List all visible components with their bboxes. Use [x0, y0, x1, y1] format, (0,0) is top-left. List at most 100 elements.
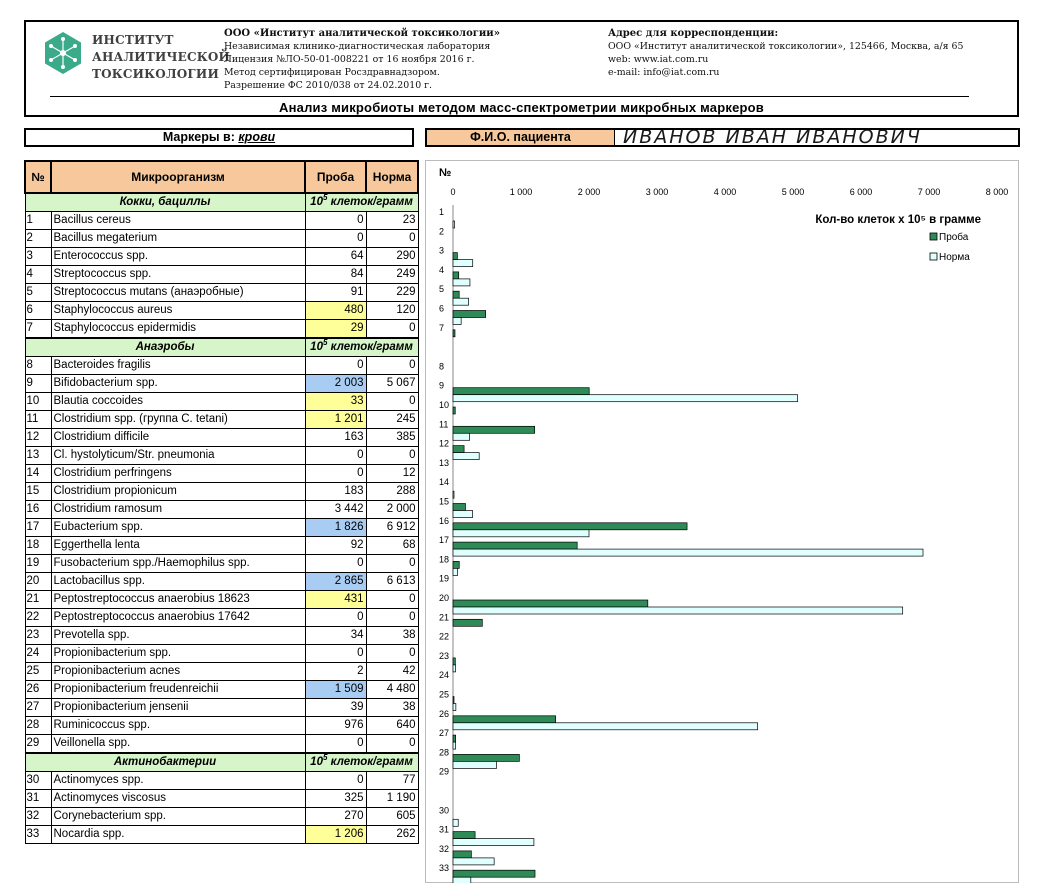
section-units: 105 клеток/грамм	[304, 192, 419, 212]
table-row: 6 Staphylococcus aureus 480 120	[24, 301, 419, 320]
organism-name: Staphylococcus aureus	[50, 301, 306, 320]
section-row: Актинобактерии 105 клеток/грамм	[24, 752, 419, 772]
organism-name: Clostridium difficile	[50, 428, 306, 447]
category-label: 10	[439, 400, 449, 410]
organism-name: Staphylococcus epidermidis	[50, 319, 306, 339]
patient-field: Ф.И.О. пациента ИВАНОВ ИВАН ИВАНОВИЧ	[425, 128, 1020, 147]
category-label: 6	[439, 304, 444, 314]
norm-value: 605	[365, 807, 419, 826]
category-label: 1	[439, 207, 444, 217]
norm-value: 77	[365, 771, 419, 790]
organism-name: Lactobacillus spp.	[50, 572, 306, 591]
organism-name: Corynebacterium spp.	[50, 807, 306, 826]
category-label: 13	[439, 458, 449, 468]
table-row: 11 Clostridium spp. (группа C. tetani) 1 2…	[24, 410, 419, 429]
organism-name: Bacteroides fragilis	[50, 356, 306, 375]
bar-sample	[452, 252, 458, 260]
organism-name: Propionibacterium acnes	[50, 662, 306, 681]
sample-value: 270	[304, 807, 367, 826]
row-number: 4	[24, 265, 52, 284]
bar-norm	[452, 490, 455, 499]
table-row: 1 Bacillus cereus 0 23	[24, 211, 419, 230]
organism-name: Actinomyces viscosus	[50, 789, 306, 808]
table-row: 15 Clostridium propionicum 183 288	[24, 482, 419, 501]
bar-norm	[452, 818, 459, 827]
bar-norm	[452, 432, 471, 441]
x-tick-label: 4 000	[714, 187, 737, 197]
section-title: Кокки, бациллы	[24, 192, 306, 212]
table-row: 18 Eggerthella lenta 92 68	[24, 536, 419, 555]
category-label: 32	[439, 844, 449, 854]
norm-value: 245	[365, 410, 419, 429]
header-divider	[50, 96, 969, 97]
bar-sample	[452, 831, 476, 839]
bar-chart: № 0 1 000 2 000 3 000 4 000 5 000 6 000 7 000 8 0…	[439, 167, 1008, 883]
category-label: 12	[439, 439, 449, 449]
institute-logo-icon	[45, 32, 81, 74]
norm-value: 262	[365, 825, 419, 844]
sample-value: 1 201	[304, 410, 367, 429]
correspondence-address: Адрес для корреспонденции: ООО «Институт…	[608, 28, 964, 78]
norm-value: 6 912	[365, 518, 419, 537]
organism-name: Blautia coccoides	[50, 392, 306, 411]
bar-norm	[452, 857, 495, 866]
organism-name: Prevotella spp.	[50, 626, 306, 645]
category-label: 19	[439, 574, 449, 584]
norm-value: 0	[365, 590, 419, 609]
norm-value: 288	[365, 482, 419, 501]
norm-value: 0	[365, 229, 419, 248]
units-base: 10	[310, 756, 323, 768]
table-row: 16 Clostridium ramosum 3 442 2 000	[24, 500, 419, 519]
chart-title: Кол-во клеток х 10⁵ в грамме	[815, 214, 981, 226]
row-number: 15	[24, 482, 52, 501]
bar-norm	[452, 220, 455, 229]
sample-value: 0	[304, 464, 367, 483]
patient-name-input[interactable]: ИВАНОВ ИВАН ИВАНОВИЧ	[614, 130, 1018, 145]
table-row: 33 Nocardia spp. 1 206 262	[24, 825, 419, 844]
x-tick-label: 7 000	[918, 187, 941, 197]
category-label: 7	[439, 323, 444, 333]
bar-sample	[452, 425, 536, 434]
bar-norm	[452, 394, 798, 403]
bar-norm	[452, 876, 472, 883]
sample-value: 91	[304, 283, 367, 302]
row-number: 6	[24, 301, 52, 320]
bar-sample	[452, 522, 688, 531]
bar-sample	[452, 754, 520, 762]
organism-name: Nocardia spp.	[50, 825, 306, 844]
bar-sample	[452, 290, 460, 299]
row-number: 22	[24, 608, 52, 627]
sample-value: 163	[304, 428, 367, 447]
legend-swatch	[929, 252, 938, 261]
bar-sample	[452, 445, 465, 453]
category-label: 17	[439, 535, 449, 545]
category-label: 25	[439, 690, 449, 700]
sample-value: 0	[304, 211, 367, 230]
bar-norm	[452, 548, 924, 557]
norm-value: 4 480	[365, 680, 419, 699]
category-label: 24	[439, 670, 449, 680]
organism-name: Propionibacterium jensenii	[50, 698, 306, 717]
col-header-number: №	[24, 160, 52, 194]
col-header-norm: Норма	[365, 160, 419, 194]
organism-name: Cl. hystolyticum/Str. pneumonia	[50, 446, 306, 465]
report-header: ИНСТИТУТ АНАЛИТИЧЕСКОЙ ТОКСИКОЛОГИИ ООО …	[24, 20, 1019, 117]
row-number: 27	[24, 698, 52, 717]
category-label: 31	[439, 825, 449, 835]
markers-value[interactable]: крови	[238, 130, 275, 144]
row-number: 28	[24, 716, 52, 735]
norm-value: 12	[365, 464, 419, 483]
section-title: Актинобактерии	[24, 752, 306, 772]
col-header-organism: Микроорганизм	[50, 160, 306, 194]
norm-value: 385	[365, 428, 419, 447]
norm-value: 0	[365, 554, 419, 573]
row-number: 3	[24, 247, 52, 266]
table-body: № Микроорганизм Проба Норма Кокки, бацил…	[24, 160, 419, 844]
bar-sample	[452, 869, 536, 878]
table-row: 17 Eubacterium spp. 1 826 6 912	[24, 518, 419, 537]
norm-value: 0	[365, 734, 419, 754]
category-label: 29	[439, 767, 449, 777]
sample-value: 84	[304, 265, 367, 284]
bar-sample	[452, 329, 456, 338]
markers-label: Маркеры в:	[162, 130, 235, 144]
